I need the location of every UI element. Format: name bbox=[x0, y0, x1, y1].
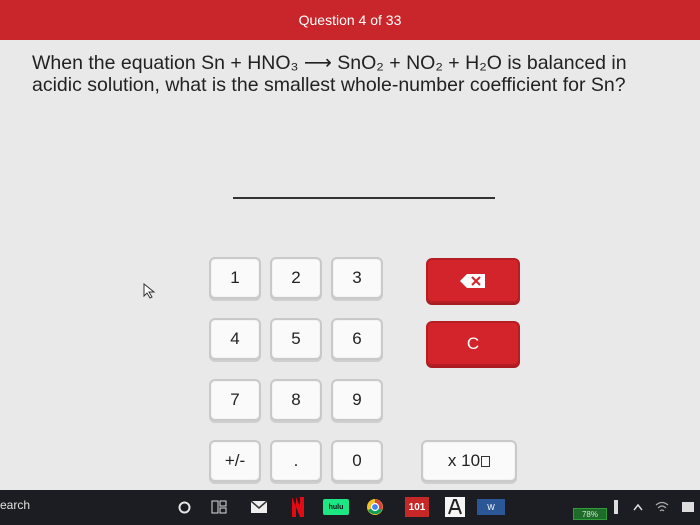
key-8[interactable]: 8 bbox=[270, 379, 322, 421]
answer-field[interactable] bbox=[233, 197, 495, 199]
key-decimal[interactable]: . bbox=[270, 440, 322, 482]
mouse-pointer-icon bbox=[143, 283, 156, 299]
notification-icon[interactable] bbox=[681, 501, 695, 513]
hulu-icon[interactable]: hulu bbox=[323, 499, 349, 515]
times-ten-power-button[interactable]: x 10 bbox=[421, 440, 517, 482]
question-header: Question 4 of 33 bbox=[0, 0, 700, 40]
key-0[interactable]: 0 bbox=[331, 440, 383, 482]
battery-plug-icon bbox=[612, 498, 620, 516]
exponent-box-icon bbox=[481, 455, 491, 467]
times-ten-label: x 10 bbox=[447, 451, 481, 470]
task-view-icon[interactable] bbox=[211, 499, 227, 515]
key-5[interactable]: 5 bbox=[270, 318, 322, 360]
backspace-icon bbox=[460, 273, 485, 288]
key-6[interactable]: 6 bbox=[331, 318, 383, 360]
text-app-icon[interactable] bbox=[444, 496, 466, 518]
taskbar-search[interactable]: earch bbox=[0, 498, 30, 512]
chevron-up-icon[interactable] bbox=[632, 501, 644, 513]
key-1[interactable]: 1 bbox=[209, 257, 261, 299]
battery-indicator: 78% bbox=[573, 508, 607, 520]
key-2[interactable]: 2 bbox=[270, 257, 322, 299]
key-sign-toggle[interactable]: +/- bbox=[209, 440, 261, 482]
question-progress: Question 4 of 33 bbox=[298, 12, 402, 28]
key-4[interactable]: 4 bbox=[209, 318, 261, 360]
chrome-icon[interactable] bbox=[366, 498, 384, 516]
clear-button[interactable]: C bbox=[426, 321, 520, 366]
app-101-icon[interactable]: 101 bbox=[405, 497, 429, 517]
question-text: When the equation Sn + HNO₃ ⟶ SnO₂ + NO₂… bbox=[32, 52, 627, 96]
word-icon[interactable]: W bbox=[477, 499, 505, 515]
key-7[interactable]: 7 bbox=[209, 379, 261, 421]
wifi-icon[interactable] bbox=[655, 500, 669, 514]
key-3[interactable]: 3 bbox=[331, 257, 383, 299]
mail-icon[interactable] bbox=[250, 499, 268, 515]
cortana-icon[interactable] bbox=[177, 500, 191, 514]
netflix-icon[interactable] bbox=[289, 495, 307, 519]
key-9[interactable]: 9 bbox=[331, 379, 383, 421]
backspace-button[interactable] bbox=[426, 258, 520, 303]
